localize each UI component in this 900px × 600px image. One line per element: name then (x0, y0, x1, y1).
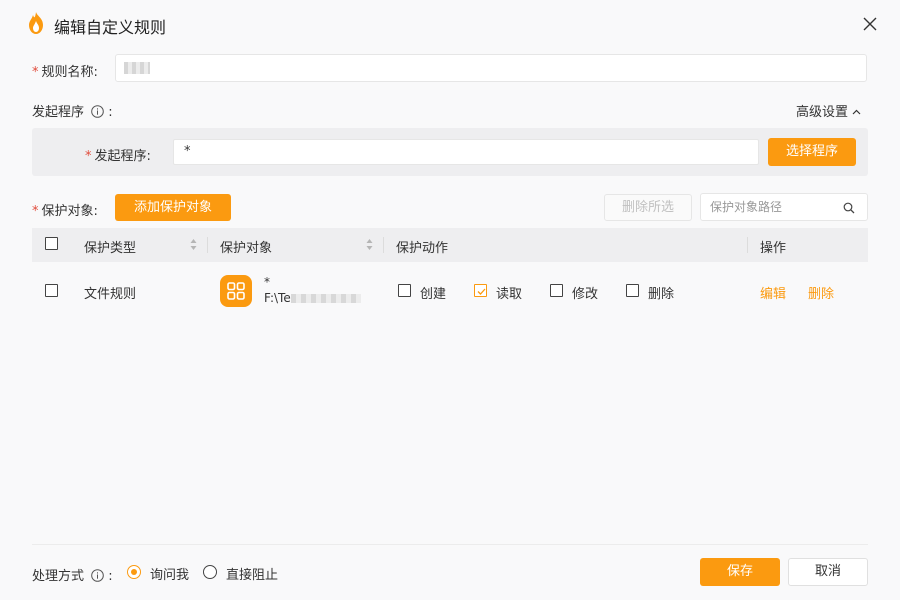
search-input[interactable] (710, 199, 840, 215)
info-icon[interactable] (91, 569, 104, 582)
redacted-text (290, 294, 361, 303)
protect-objects-label: * 保护对象: (32, 200, 98, 219)
delete-selected-button[interactable]: 删除所选 (604, 194, 692, 221)
launcher-section-label: 发起程序 : (32, 101, 113, 120)
protect-objects-label-text: 保护对象: (41, 204, 98, 219)
radio-block-directly[interactable] (203, 565, 217, 579)
add-protect-object-button[interactable]: 添加保护对象 (115, 194, 231, 221)
action-modify-label: 修改 (572, 287, 599, 302)
launcher-label-text: 发起程序: (94, 149, 151, 164)
sort-icon[interactable] (190, 238, 197, 251)
row-checkbox[interactable] (45, 284, 58, 297)
handling-label: 处理方式 : (32, 565, 113, 584)
protect-type-cell: 文件规则 (84, 287, 137, 302)
table-row: 文件规则 * F:\Te 创建 读取 修改 删除 编辑 删除 (32, 262, 868, 320)
action-create-label: 创建 (420, 287, 447, 302)
radio-block-directly-label[interactable]: 直接阻止 (226, 564, 278, 583)
sort-icon[interactable] (366, 238, 373, 251)
action-create-checkbox[interactable] (398, 284, 411, 297)
advanced-settings-label: 高级设置 (796, 105, 849, 120)
column-header-operations: 操作 (760, 241, 787, 256)
close-icon[interactable] (858, 12, 882, 36)
action-read-checkbox[interactable] (474, 284, 487, 297)
action-delete-checkbox[interactable] (626, 284, 639, 297)
handling-label-text: 处理方式 (32, 569, 85, 584)
rule-name-input[interactable] (115, 54, 867, 82)
column-header-type[interactable]: 保护类型 (84, 237, 136, 256)
launcher-input[interactable]: * (173, 139, 759, 165)
column-header-actions: 保护动作 (396, 241, 449, 256)
dialog-title: 编辑自定义规则 (54, 18, 167, 37)
object-path: F:\Te (264, 290, 361, 306)
check-icon (477, 288, 486, 295)
launcher-section-text: 发起程序 (32, 105, 85, 120)
action-delete-label: 删除 (648, 287, 675, 302)
radio-ask-me-label[interactable]: 询问我 (150, 564, 189, 583)
action-modify-checkbox[interactable] (550, 284, 563, 297)
launcher-panel: * 发起程序: * 选择程序 (32, 128, 868, 176)
select-program-button[interactable]: 选择程序 (768, 138, 856, 166)
table-header: 保护类型 保护对象 保护动作 操作 (32, 228, 868, 262)
grid-app-icon (220, 275, 252, 307)
column-separator (383, 237, 384, 253)
action-read-label: 读取 (496, 287, 523, 302)
object-name: * (264, 275, 270, 289)
chevron-up-icon (852, 109, 861, 115)
save-button[interactable]: 保存 (700, 558, 780, 586)
flame-shield-icon (29, 12, 43, 34)
radio-ask-me[interactable] (127, 565, 141, 579)
edit-rule-dialog: 编辑自定义规则 * 规则名称: 发起程序 : 高级设置 * 发起程序: * 选择程序… (0, 0, 900, 600)
redacted-text (124, 62, 150, 74)
protect-object-cell: * F:\Te (264, 274, 361, 306)
advanced-settings-toggle[interactable]: 高级设置 (796, 101, 861, 120)
delete-link[interactable]: 删除 (808, 283, 834, 302)
required-mark: * (32, 204, 39, 219)
column-separator (207, 237, 208, 253)
rule-name-label-text: 规则名称: (41, 65, 98, 80)
footer-divider (32, 544, 868, 545)
required-mark: * (32, 65, 39, 80)
column-header-object[interactable]: 保护对象 (220, 237, 272, 256)
info-icon[interactable] (91, 105, 104, 118)
select-all-checkbox[interactable] (45, 237, 58, 250)
column-separator (747, 237, 748, 253)
search-icon[interactable] (843, 202, 855, 214)
handling-label-suffix: : (108, 569, 113, 584)
edit-link[interactable]: 编辑 (760, 283, 786, 302)
search-box[interactable] (700, 193, 868, 221)
launcher-label: * 发起程序: (85, 145, 151, 164)
object-path-text: F:\Te (264, 291, 291, 305)
rule-name-label: * 规则名称: (32, 61, 98, 80)
title-bar: 编辑自定义规则 (0, 0, 900, 48)
launcher-section-suffix: : (108, 105, 113, 120)
cancel-button[interactable]: 取消 (788, 558, 868, 586)
required-mark: * (85, 149, 92, 164)
